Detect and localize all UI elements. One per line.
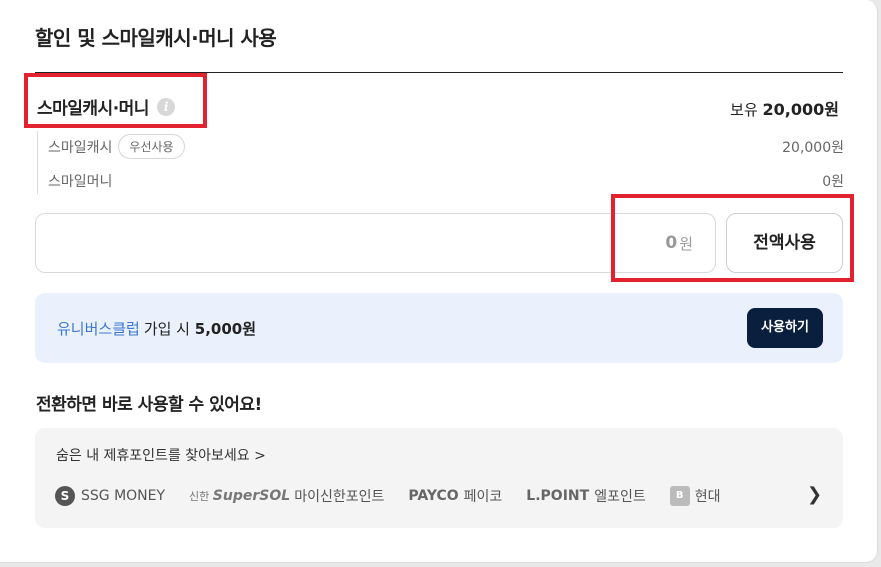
- highlight-box-title: [24, 73, 207, 128]
- partner-hyundai[interactable]: B 현대: [669, 486, 721, 506]
- smile-cash-label: 스마일캐시: [48, 139, 113, 156]
- highlight-box-amount: [611, 194, 854, 282]
- balance-amount: 20,000원: [762, 100, 839, 119]
- shinhan-logo: 신한 SuperSOL: [189, 488, 291, 504]
- partner-list: S SSG MONEY 신한 SuperSOL 마이신한포인트 PAYCO 페이…: [55, 485, 744, 507]
- points-partners-box: 숨은 내 제휴포인트를 찾아보세요 > S SSG MONEY 신한 Super…: [35, 428, 843, 528]
- discount-panel: 할인 및 스마일캐시·머니 사용 스마일캐시·머니 i 보유 20,000원 스…: [0, 0, 878, 563]
- lpoint-logo: L.POINT: [526, 488, 590, 504]
- partner-fade: [765, 480, 813, 512]
- partner-ssg-label: SSG MONEY: [81, 488, 166, 504]
- promo-text-middle: 가입 시: [143, 319, 190, 338]
- partner-shinhan-label: 마이신한포인트: [294, 489, 385, 505]
- smile-cash-row: 스마일캐시 우선사용 20,000원: [48, 134, 844, 159]
- universe-club-banner: 유니버스클럽 가입 시 5,000원 사용하기: [35, 293, 843, 363]
- smile-money-label: 스마일머니: [48, 174, 113, 190]
- partner-payco-label: 페이코: [463, 489, 503, 505]
- balance-summary: 보유 20,000원: [730, 96, 839, 120]
- partner-payco[interactable]: PAYCO 페이코: [408, 486, 502, 506]
- chevron-right-icon[interactable]: ❯: [807, 484, 822, 505]
- smile-cash-amount: 20,000원: [782, 139, 844, 156]
- partner-lpoint-label: 엘포인트: [594, 489, 646, 505]
- partner-lpoint[interactable]: L.POINT 엘포인트: [526, 486, 645, 506]
- promo-text: 가입 시 5,000원: [144, 318, 256, 339]
- partner-shinhan[interactable]: 신한 SuperSOL 마이신한포인트: [189, 486, 384, 506]
- partner-hyundai-label: 현대: [694, 489, 721, 505]
- hyundai-icon: B: [669, 486, 690, 506]
- ssg-icon: S: [55, 486, 75, 506]
- partner-ssg[interactable]: S SSG MONEY: [55, 486, 165, 506]
- smile-money-row: 스마일머니 0원: [48, 171, 844, 191]
- balance-prefix: 보유: [730, 101, 758, 119]
- conversion-title: 전환하면 바로 사용할 수 있어요!: [36, 395, 262, 415]
- payco-logo: PAYCO: [408, 488, 459, 504]
- promo-amount: 5,000원: [194, 319, 257, 338]
- tree-line: [37, 131, 38, 194]
- use-button[interactable]: 사용하기: [747, 308, 823, 348]
- find-points-link[interactable]: 숨은 내 제휴포인트를 찾아보세요 >: [56, 445, 266, 465]
- priority-badge: 우선사용: [118, 134, 185, 159]
- section-title: 할인 및 스마일캐시·머니 사용: [35, 26, 277, 50]
- smile-money-amount: 0원: [822, 174, 844, 190]
- club-name[interactable]: 유니버스클럽: [57, 318, 140, 339]
